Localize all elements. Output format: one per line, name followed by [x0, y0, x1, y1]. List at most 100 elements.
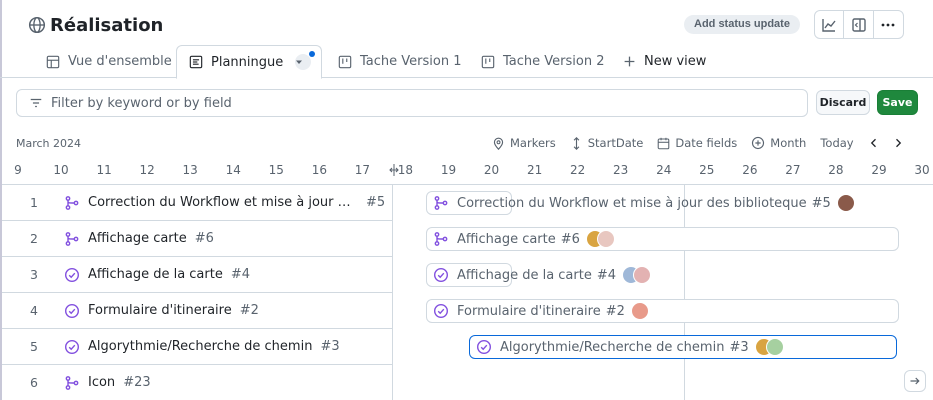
bar-title: Algorythmie/Recherche de chemin	[500, 339, 725, 355]
tab-vue-ensemble[interactable]: Vue d'ensemble	[46, 45, 172, 78]
row-title[interactable]: Correction du Workflow et mise à jour de…	[88, 195, 358, 210]
add-status-update-button[interactable]: Add status update	[684, 15, 800, 34]
kebab-horizontal-icon	[881, 23, 895, 26]
row-number: 1	[30, 195, 38, 210]
scroll-right-button[interactable]	[904, 370, 926, 392]
month-label: March 2024	[16, 137, 82, 150]
row-number: 2	[30, 231, 38, 246]
day-label: 29	[871, 163, 887, 177]
assignee-avatar[interactable]	[836, 194, 855, 212]
date-fields-button[interactable]: Date fields	[657, 136, 737, 150]
bar-title: Formulaire d'itineraire	[457, 303, 601, 319]
table-row[interactable]: 2 Affichage carte #6	[2, 221, 392, 257]
bar-title: Affichage de la carte	[457, 267, 592, 283]
project-header: Réalisation	[28, 8, 163, 42]
pane-splitter[interactable]	[392, 184, 393, 400]
issue-branch-icon	[65, 375, 79, 390]
date-marker-icon	[389, 164, 399, 176]
new-view-button[interactable]: New view	[623, 45, 706, 78]
location-icon	[493, 137, 504, 150]
issue-closed-icon	[476, 339, 492, 355]
row-ref: #5	[366, 195, 386, 210]
table-row[interactable]: 5 Algorythmie/Recherche de chemin #3	[2, 329, 392, 365]
day-label: 28	[828, 163, 844, 177]
timeline-bar[interactable]: Correction du Workflow et mise à jour de…	[426, 191, 855, 215]
issue-branch-icon	[434, 196, 448, 210]
table-row[interactable]: 1 Correction du Workflow et mise à jour d…	[2, 185, 392, 221]
issue-branch-icon	[434, 232, 448, 246]
project-title: Réalisation	[50, 14, 164, 36]
row-type	[64, 195, 80, 211]
save-button[interactable]: Save	[877, 90, 918, 115]
row-ref: #23	[123, 375, 151, 390]
chart-icon	[822, 18, 836, 32]
row-title[interactable]: Formulaire d'itineraire	[88, 303, 232, 318]
day-label: 12	[139, 163, 155, 177]
row-number: 6	[30, 375, 38, 390]
bar-ref: #2	[605, 303, 625, 319]
table-row[interactable]: 4 Formulaire d'itineraire #2	[2, 293, 392, 329]
day-label: 11	[96, 163, 112, 177]
tab-tache-version-2[interactable]: Tache Version 2	[481, 45, 604, 78]
row-title[interactable]: Algorythmie/Recherche de chemin	[88, 339, 312, 354]
issue-branch-icon	[65, 231, 79, 246]
day-scale: 9 10 11 12 13 14 15 16 17 18 19 20 21 22 23 24 25 26 27 28 2…	[0, 163, 933, 177]
tab-tache-version-1[interactable]: Tache Version 1	[338, 45, 461, 78]
more-options-button[interactable]	[874, 11, 903, 38]
row-title[interactable]: Icon	[88, 375, 115, 390]
issue-closed-icon	[433, 303, 449, 319]
day-label: 15	[268, 163, 284, 177]
row-type	[64, 231, 80, 247]
today-button[interactable]: Today	[820, 136, 853, 150]
tab-options-button[interactable]	[295, 51, 316, 70]
zoom-month-button[interactable]: Month	[751, 136, 806, 150]
filter-icon	[30, 98, 42, 108]
day-label: 21	[526, 163, 543, 177]
timeline-bar[interactable]: Affichage de la carte #4	[426, 263, 652, 287]
chevron-right-icon[interactable]	[892, 137, 904, 149]
day-label: 16	[311, 163, 327, 177]
day-label: 23	[613, 163, 629, 177]
discard-button[interactable]: Discard	[816, 90, 870, 115]
calendar-icon	[658, 137, 670, 149]
table-row[interactable]: 6 Icon #23	[2, 365, 392, 400]
arrow-right-icon	[910, 377, 920, 385]
assignee-avatar[interactable]	[596, 230, 615, 248]
issue-closed-icon	[64, 339, 80, 354]
assignee-avatar[interactable]	[633, 266, 652, 284]
day-label: 24	[656, 163, 672, 177]
timeline-bar[interactable]: Formulaire d'itineraire #2	[426, 299, 899, 323]
row-ref: #2	[239, 303, 259, 318]
insights-button[interactable]	[815, 11, 845, 38]
day-label: 17	[354, 163, 371, 177]
table-row[interactable]: 3 Affichage de la carte #4	[2, 257, 392, 293]
toggle-panel-button[interactable]	[844, 11, 874, 38]
markers-button[interactable]: Markers	[492, 136, 556, 150]
row-title[interactable]: Affichage carte	[88, 231, 187, 246]
bar-type	[433, 195, 449, 211]
filter-input[interactable]	[51, 95, 751, 111]
timeline-toolbar: Markers StartDate Date fields Month Toda…	[492, 134, 916, 152]
filter-bar	[16, 89, 808, 117]
bar-title: Affichage carte	[457, 231, 556, 247]
sidebar-icon	[851, 17, 866, 32]
board-icon	[481, 55, 495, 68]
timeline-bar[interactable]: Algorythmie/Recherche de chemin #3	[469, 335, 897, 359]
tab-planningue[interactable]: Planningue	[176, 45, 323, 79]
sort-start-date-button[interactable]: StartDate	[570, 136, 643, 150]
header-actions	[814, 10, 904, 39]
day-label: 27	[785, 163, 801, 177]
issue-closed-icon	[64, 303, 80, 318]
chevron-left-icon[interactable]	[868, 137, 880, 149]
bar-type	[476, 339, 492, 355]
row-title[interactable]: Affichage de la carte	[88, 267, 223, 282]
globe-icon	[28, 16, 46, 34]
timeline-bar[interactable]: Affichage carte #6	[426, 227, 899, 251]
unsaved-changes-dot	[309, 51, 316, 57]
row-number: 5	[30, 339, 38, 354]
bar-type	[433, 231, 449, 247]
assignee-avatar[interactable]	[765, 338, 784, 356]
day-label: 30	[914, 163, 930, 177]
assignee-avatar[interactable]	[630, 302, 649, 320]
bar-ref: #6	[560, 231, 580, 247]
